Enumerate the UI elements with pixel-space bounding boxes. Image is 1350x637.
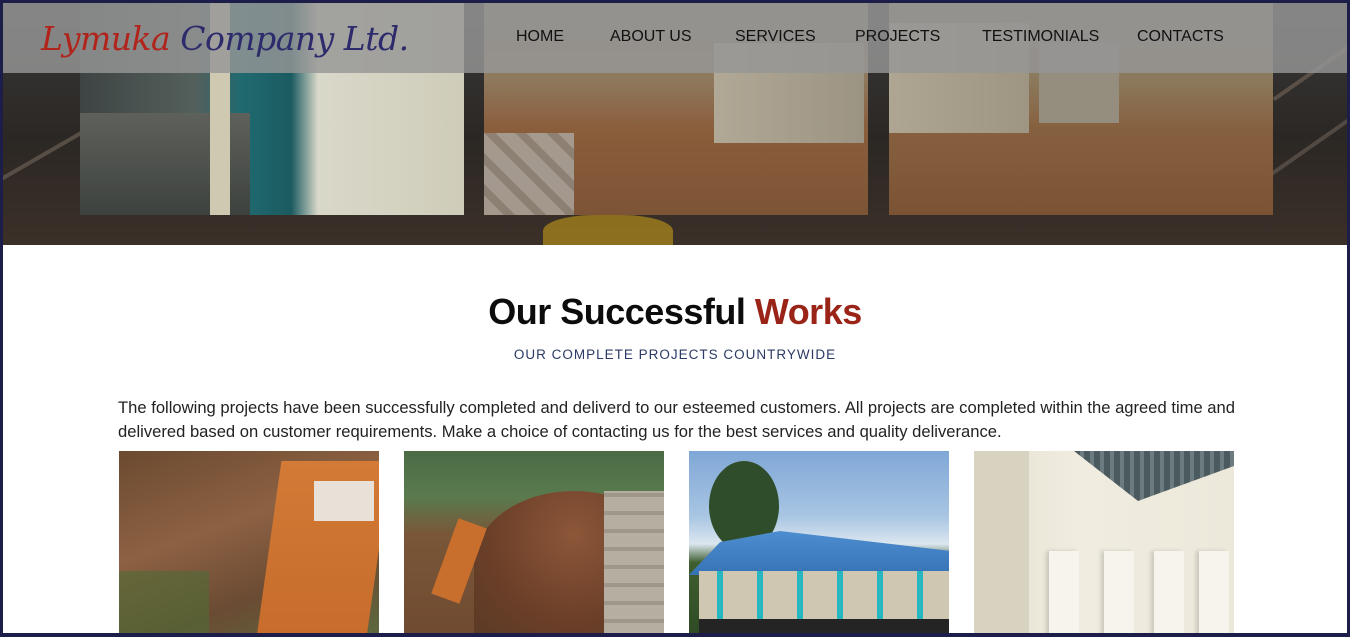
project-card-excavation[interactable] bbox=[119, 451, 379, 633]
photo-stone-wall bbox=[604, 491, 664, 633]
hero-background-beam bbox=[3, 128, 88, 182]
main-navigation: HOME ABOUT US SERVICES PROJECTS TESTIMON… bbox=[3, 28, 1347, 50]
project-card-classroom-block[interactable] bbox=[689, 451, 949, 633]
section-title: Our Successful Works bbox=[3, 291, 1347, 333]
section-title-accent: Works bbox=[754, 291, 862, 332]
browser-frame: Lymuka Company Ltd. HOME ABOUT US SERVIC… bbox=[0, 0, 1350, 637]
photo-stall bbox=[1104, 551, 1134, 633]
nav-projects[interactable]: PROJECTS bbox=[855, 28, 940, 46]
project-card-earthworks[interactable] bbox=[404, 451, 664, 633]
nav-testimonials[interactable]: TESTIMONIALS bbox=[982, 28, 1099, 46]
photo-stall bbox=[1049, 551, 1079, 633]
photo-building-walls bbox=[699, 571, 949, 621]
nav-contacts[interactable]: CONTACTS bbox=[1137, 28, 1224, 46]
nav-home[interactable]: HOME bbox=[516, 28, 564, 46]
photo-wall bbox=[974, 451, 1029, 633]
section-subtitle: OUR COMPLETE PROJECTS COUNTRYWIDE bbox=[513, 347, 837, 362]
hero-background-helmet bbox=[543, 215, 673, 245]
site-header: Lymuka Company Ltd. HOME ABOUT US SERVIC… bbox=[3, 3, 1347, 73]
photo-stall bbox=[1154, 551, 1184, 633]
nav-services[interactable]: SERVICES bbox=[735, 28, 816, 46]
photo-roof-trusses bbox=[1074, 451, 1234, 501]
photo-stall bbox=[1199, 551, 1229, 633]
photo-grass bbox=[119, 571, 209, 633]
nav-about-us[interactable]: ABOUT US bbox=[610, 28, 692, 46]
photo-rocks bbox=[484, 133, 574, 215]
section-title-main: Our Successful bbox=[488, 291, 746, 332]
section-intro: The following projects have been success… bbox=[118, 398, 1235, 441]
project-card-washroom-stalls[interactable] bbox=[974, 451, 1234, 633]
photo-excavator-bucket bbox=[314, 481, 374, 521]
photo-building-base bbox=[699, 619, 949, 633]
